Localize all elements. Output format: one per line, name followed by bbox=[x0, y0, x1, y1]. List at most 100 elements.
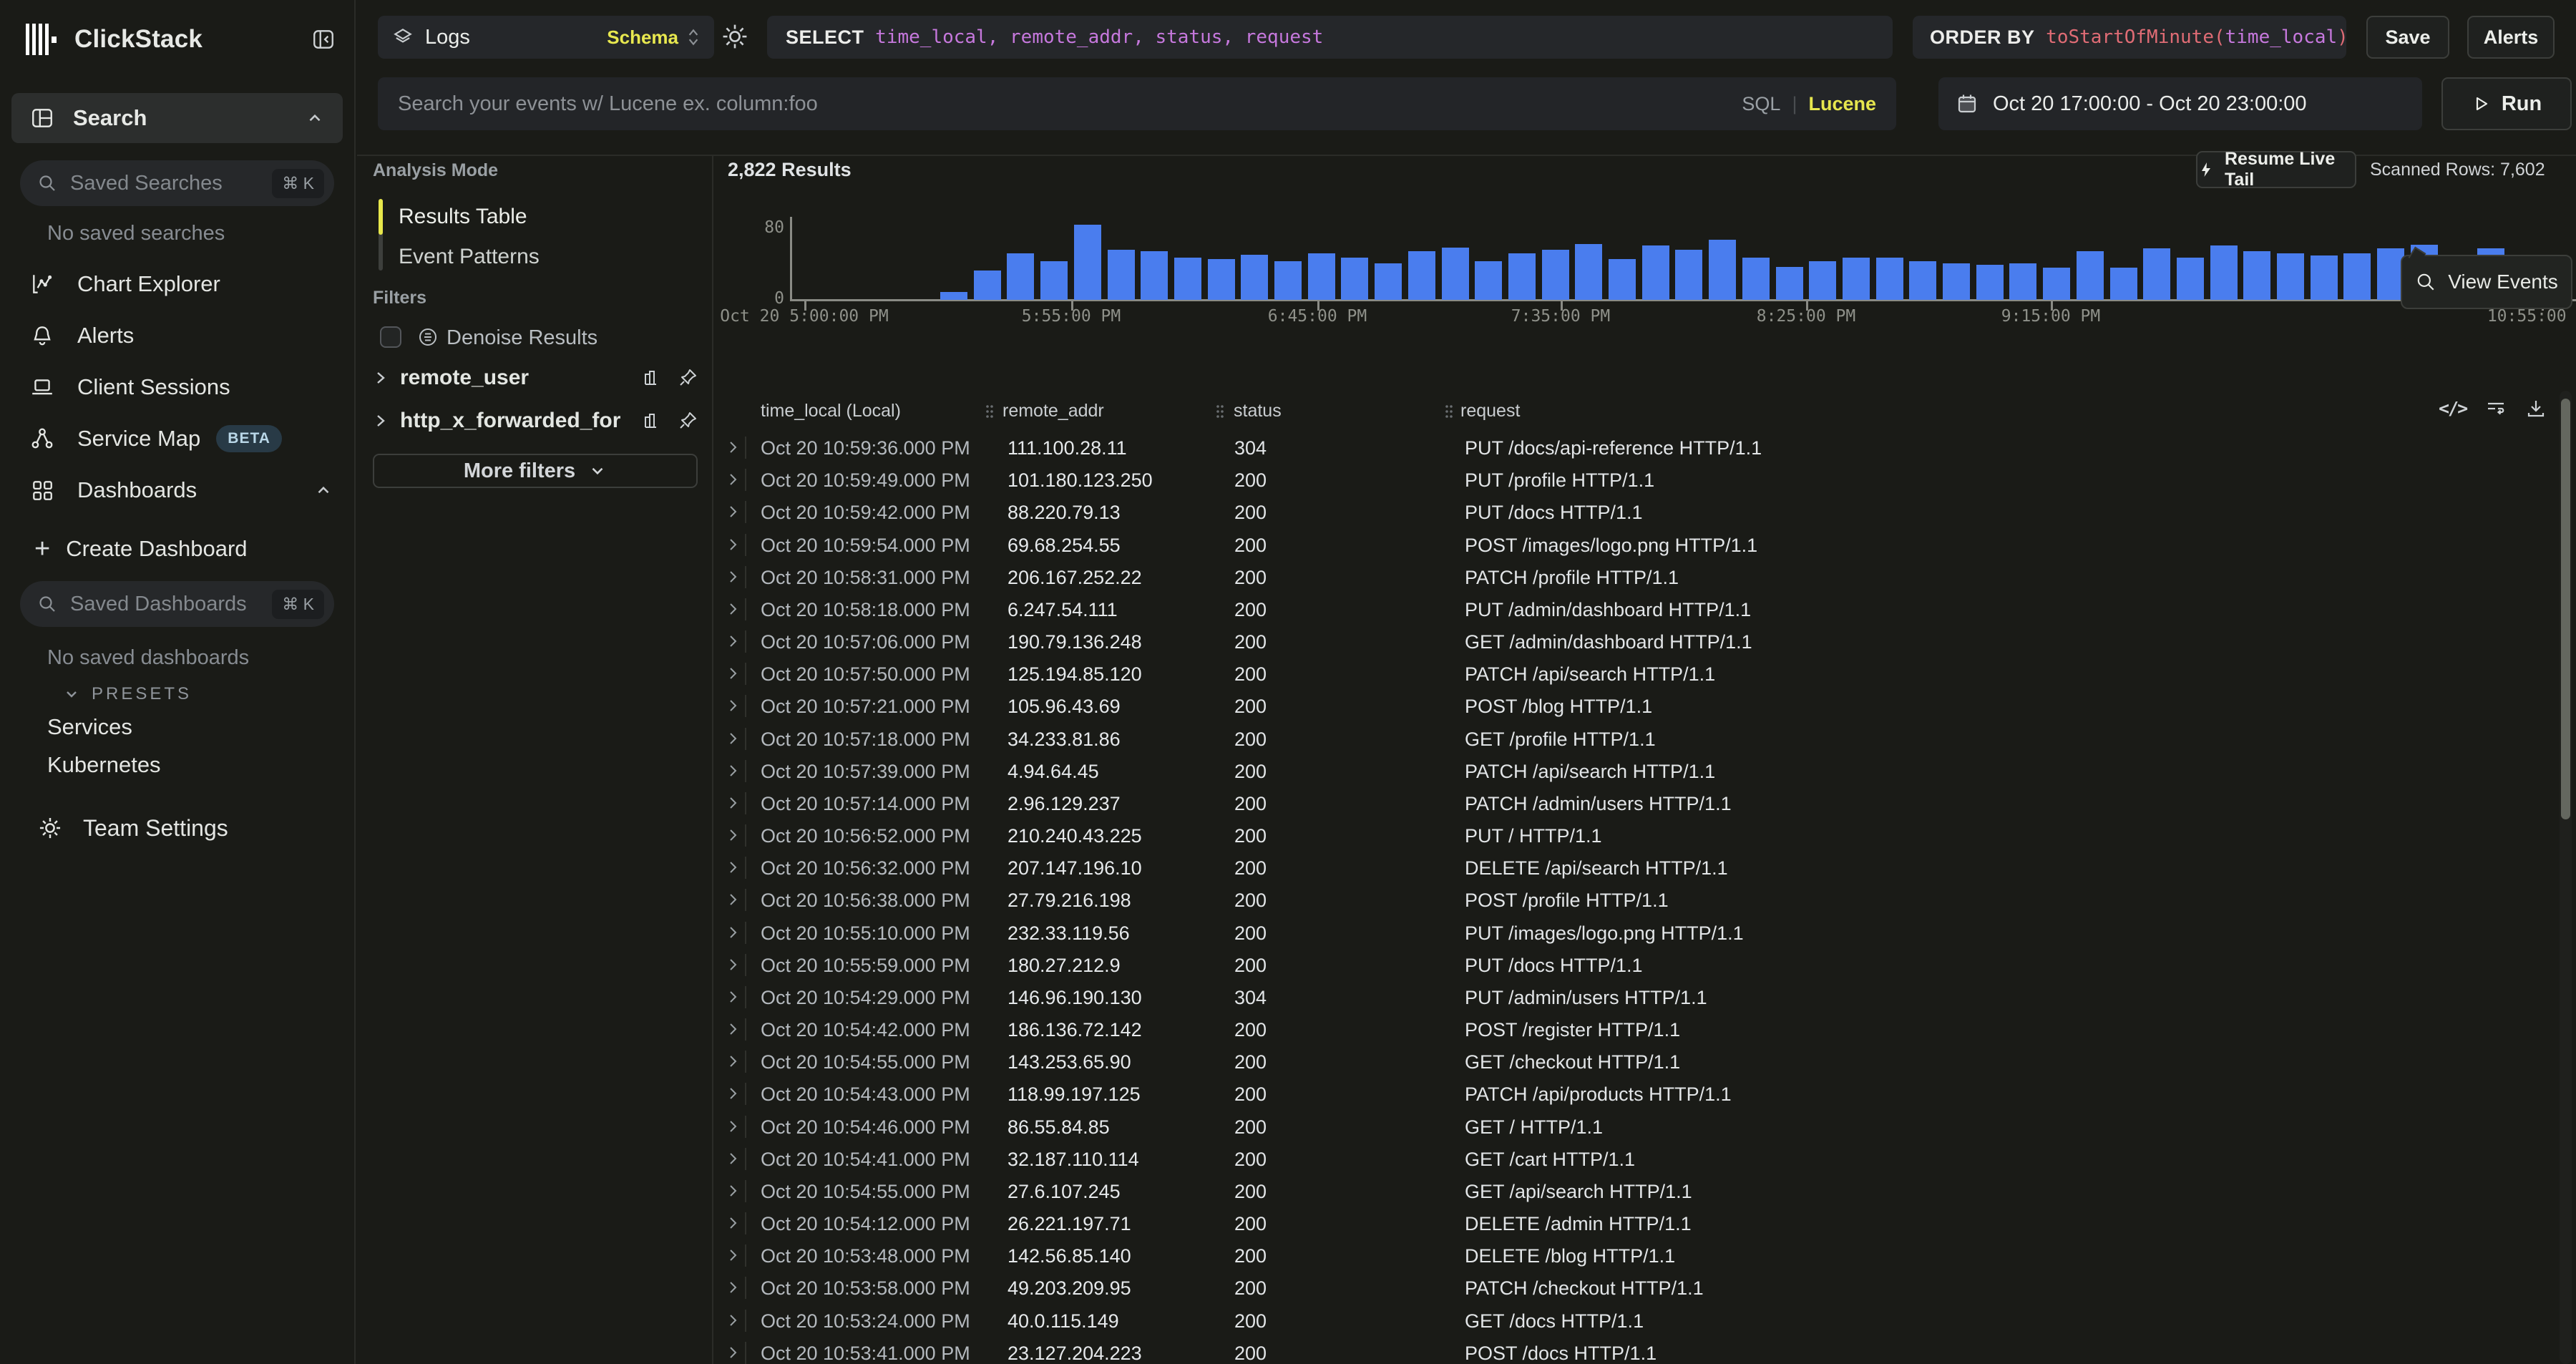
table-row[interactable]: Oct 20 10:57:39.000 PM 4.94.64.45 200 PA… bbox=[713, 755, 2576, 787]
filter-field-remote-user[interactable]: remote_user bbox=[373, 361, 698, 394]
team-settings-button[interactable]: Team Settings bbox=[37, 810, 228, 846]
row-expand-icon[interactable] bbox=[725, 731, 741, 746]
pin-icon[interactable] bbox=[678, 411, 698, 431]
row-expand-icon[interactable] bbox=[725, 472, 741, 487]
chart-bar[interactable] bbox=[1776, 267, 1803, 300]
gear-icon[interactable] bbox=[720, 21, 750, 52]
wrap-lines-icon[interactable] bbox=[2485, 398, 2507, 419]
table-row[interactable]: Oct 20 10:54:55.000 PM 27.6.107.245 200 … bbox=[713, 1175, 2576, 1207]
chart-bar[interactable] bbox=[2077, 251, 2104, 300]
row-expand-icon[interactable] bbox=[725, 1021, 741, 1037]
denoise-checkbox[interactable] bbox=[380, 326, 401, 348]
table-row[interactable]: Oct 20 10:54:46.000 PM 86.55.84.85 200 G… bbox=[713, 1111, 2576, 1143]
chart-bar[interactable] bbox=[1809, 261, 1836, 300]
presets-toggle[interactable]: PRESETS bbox=[63, 681, 192, 707]
chart-bar[interactable] bbox=[2243, 251, 2270, 300]
bar-chart-icon[interactable] bbox=[642, 411, 662, 431]
drag-handle-icon[interactable] bbox=[1215, 403, 1225, 420]
bar-chart-icon[interactable] bbox=[642, 368, 662, 388]
table-row[interactable]: Oct 20 10:59:36.000 PM 111.100.28.11 304… bbox=[713, 432, 2576, 464]
table-row[interactable]: Oct 20 10:53:48.000 PM 142.56.85.140 200… bbox=[713, 1239, 2576, 1272]
chevron-up-icon[interactable] bbox=[306, 109, 324, 127]
scrollbar-thumb[interactable] bbox=[2561, 399, 2570, 819]
table-row[interactable]: Oct 20 10:58:31.000 PM 206.167.252.22 20… bbox=[713, 561, 2576, 593]
resume-live-tail-button[interactable]: Resume Live Tail bbox=[2196, 151, 2356, 188]
chart-bar[interactable] bbox=[1040, 261, 1068, 300]
row-expand-icon[interactable] bbox=[725, 892, 741, 907]
drag-handle-icon[interactable] bbox=[1444, 403, 1454, 420]
mode-results-table[interactable]: Results Table bbox=[399, 205, 527, 229]
row-expand-icon[interactable] bbox=[725, 1151, 741, 1166]
table-row[interactable]: Oct 20 10:54:12.000 PM 26.221.197.71 200… bbox=[713, 1207, 2576, 1239]
chart-bar[interactable] bbox=[1508, 253, 1536, 300]
table-row[interactable]: Oct 20 10:59:54.000 PM 69.68.254.55 200 … bbox=[713, 529, 2576, 561]
chart-bar[interactable] bbox=[1375, 263, 1402, 300]
chart-bar[interactable] bbox=[1007, 253, 1034, 300]
chart-bar[interactable] bbox=[1575, 244, 1602, 300]
code-view-icon[interactable]: </> bbox=[2439, 398, 2467, 419]
row-expand-icon[interactable] bbox=[725, 859, 741, 875]
save-button[interactable]: Save bbox=[2366, 16, 2449, 59]
row-expand-icon[interactable] bbox=[725, 698, 741, 713]
chart-bar[interactable] bbox=[1675, 250, 1702, 300]
sidebar-item-service-map[interactable]: Service Map BETA bbox=[30, 421, 333, 457]
row-expand-icon[interactable] bbox=[725, 1280, 741, 1295]
chart-bar[interactable] bbox=[1174, 258, 1201, 300]
select-clause-input[interactable]: SELECT time_local, remote_addr, status, … bbox=[767, 16, 1893, 59]
table-row[interactable]: Oct 20 10:57:14.000 PM 2.96.129.237 200 … bbox=[713, 787, 2576, 819]
chart-bar[interactable] bbox=[2311, 255, 2338, 300]
event-search-input[interactable]: Search your events w/ Lucene ex. column:… bbox=[378, 77, 1896, 130]
table-row[interactable]: Oct 20 10:53:58.000 PM 49.203.209.95 200… bbox=[713, 1272, 2576, 1304]
chart-bar[interactable] bbox=[1341, 258, 1368, 300]
more-filters-button[interactable]: More filters bbox=[373, 454, 698, 488]
date-range-picker[interactable]: Oct 20 17:00:00 - Oct 20 23:00:00 bbox=[1938, 77, 2422, 130]
chart-bar[interactable] bbox=[1542, 250, 1569, 300]
sidebar-item-dashboards[interactable]: Dashboards bbox=[30, 472, 333, 508]
chart-bar[interactable] bbox=[1208, 259, 1235, 300]
table-row[interactable]: Oct 20 10:53:41.000 PM 23.127.204.223 20… bbox=[713, 1337, 2576, 1364]
column-header-status[interactable]: status bbox=[1234, 401, 1282, 422]
chart-bar[interactable] bbox=[974, 271, 1001, 300]
chart-bar[interactable] bbox=[1108, 250, 1135, 300]
table-row[interactable]: Oct 20 10:57:06.000 PM 190.79.136.248 20… bbox=[713, 625, 2576, 658]
lucene-toggle[interactable]: Lucene bbox=[1808, 93, 1876, 115]
chart-bar[interactable] bbox=[2177, 258, 2204, 300]
row-expand-icon[interactable] bbox=[725, 1086, 741, 1101]
row-expand-icon[interactable] bbox=[725, 666, 741, 681]
column-header-time-local[interactable]: time_local (Local) bbox=[761, 401, 901, 422]
row-expand-icon[interactable] bbox=[725, 569, 741, 585]
row-expand-icon[interactable] bbox=[725, 795, 741, 811]
row-expand-icon[interactable] bbox=[725, 989, 741, 1005]
row-expand-icon[interactable] bbox=[725, 1183, 741, 1199]
row-expand-icon[interactable] bbox=[725, 763, 741, 779]
sidebar-item-chart-explorer[interactable]: Chart Explorer bbox=[30, 266, 333, 302]
chart-bar[interactable] bbox=[2009, 263, 2036, 300]
table-row[interactable]: Oct 20 10:54:42.000 PM 186.136.72.142 20… bbox=[713, 1013, 2576, 1046]
row-expand-icon[interactable] bbox=[725, 1119, 741, 1134]
table-row[interactable]: Oct 20 10:54:43.000 PM 118.99.197.125 20… bbox=[713, 1078, 2576, 1110]
chart-bar[interactable] bbox=[1909, 261, 1936, 300]
chart-bar[interactable] bbox=[1241, 255, 1268, 300]
download-icon[interactable] bbox=[2525, 398, 2547, 419]
sidebar-item-alerts[interactable]: Alerts bbox=[30, 318, 333, 354]
chart-bar[interactable] bbox=[1843, 258, 1870, 300]
saved-searches-input[interactable]: Saved Searches ⌘ K bbox=[20, 160, 334, 206]
chart-bar[interactable] bbox=[1274, 261, 1302, 300]
preset-item-services[interactable]: Services bbox=[47, 714, 132, 740]
row-expand-icon[interactable] bbox=[725, 1312, 741, 1328]
chart-bar[interactable] bbox=[1642, 245, 1669, 300]
chart-bar[interactable] bbox=[2210, 245, 2238, 300]
row-expand-icon[interactable] bbox=[725, 957, 741, 973]
table-row[interactable]: Oct 20 10:54:41.000 PM 32.187.110.114 20… bbox=[713, 1143, 2576, 1175]
sql-toggle[interactable]: SQL bbox=[1742, 93, 1780, 115]
pin-icon[interactable] bbox=[678, 368, 698, 388]
sidebar-item-search[interactable]: Search bbox=[11, 93, 343, 143]
row-expand-icon[interactable] bbox=[725, 1345, 741, 1360]
chart-bar[interactable] bbox=[1742, 258, 1770, 300]
row-expand-icon[interactable] bbox=[725, 633, 741, 649]
chart-bar[interactable] bbox=[1074, 225, 1101, 300]
row-expand-icon[interactable] bbox=[725, 1053, 741, 1069]
table-row[interactable]: Oct 20 10:56:38.000 PM 27.79.216.198 200… bbox=[713, 884, 2576, 916]
row-expand-icon[interactable] bbox=[725, 925, 741, 940]
chart-bar[interactable] bbox=[2043, 268, 2070, 300]
